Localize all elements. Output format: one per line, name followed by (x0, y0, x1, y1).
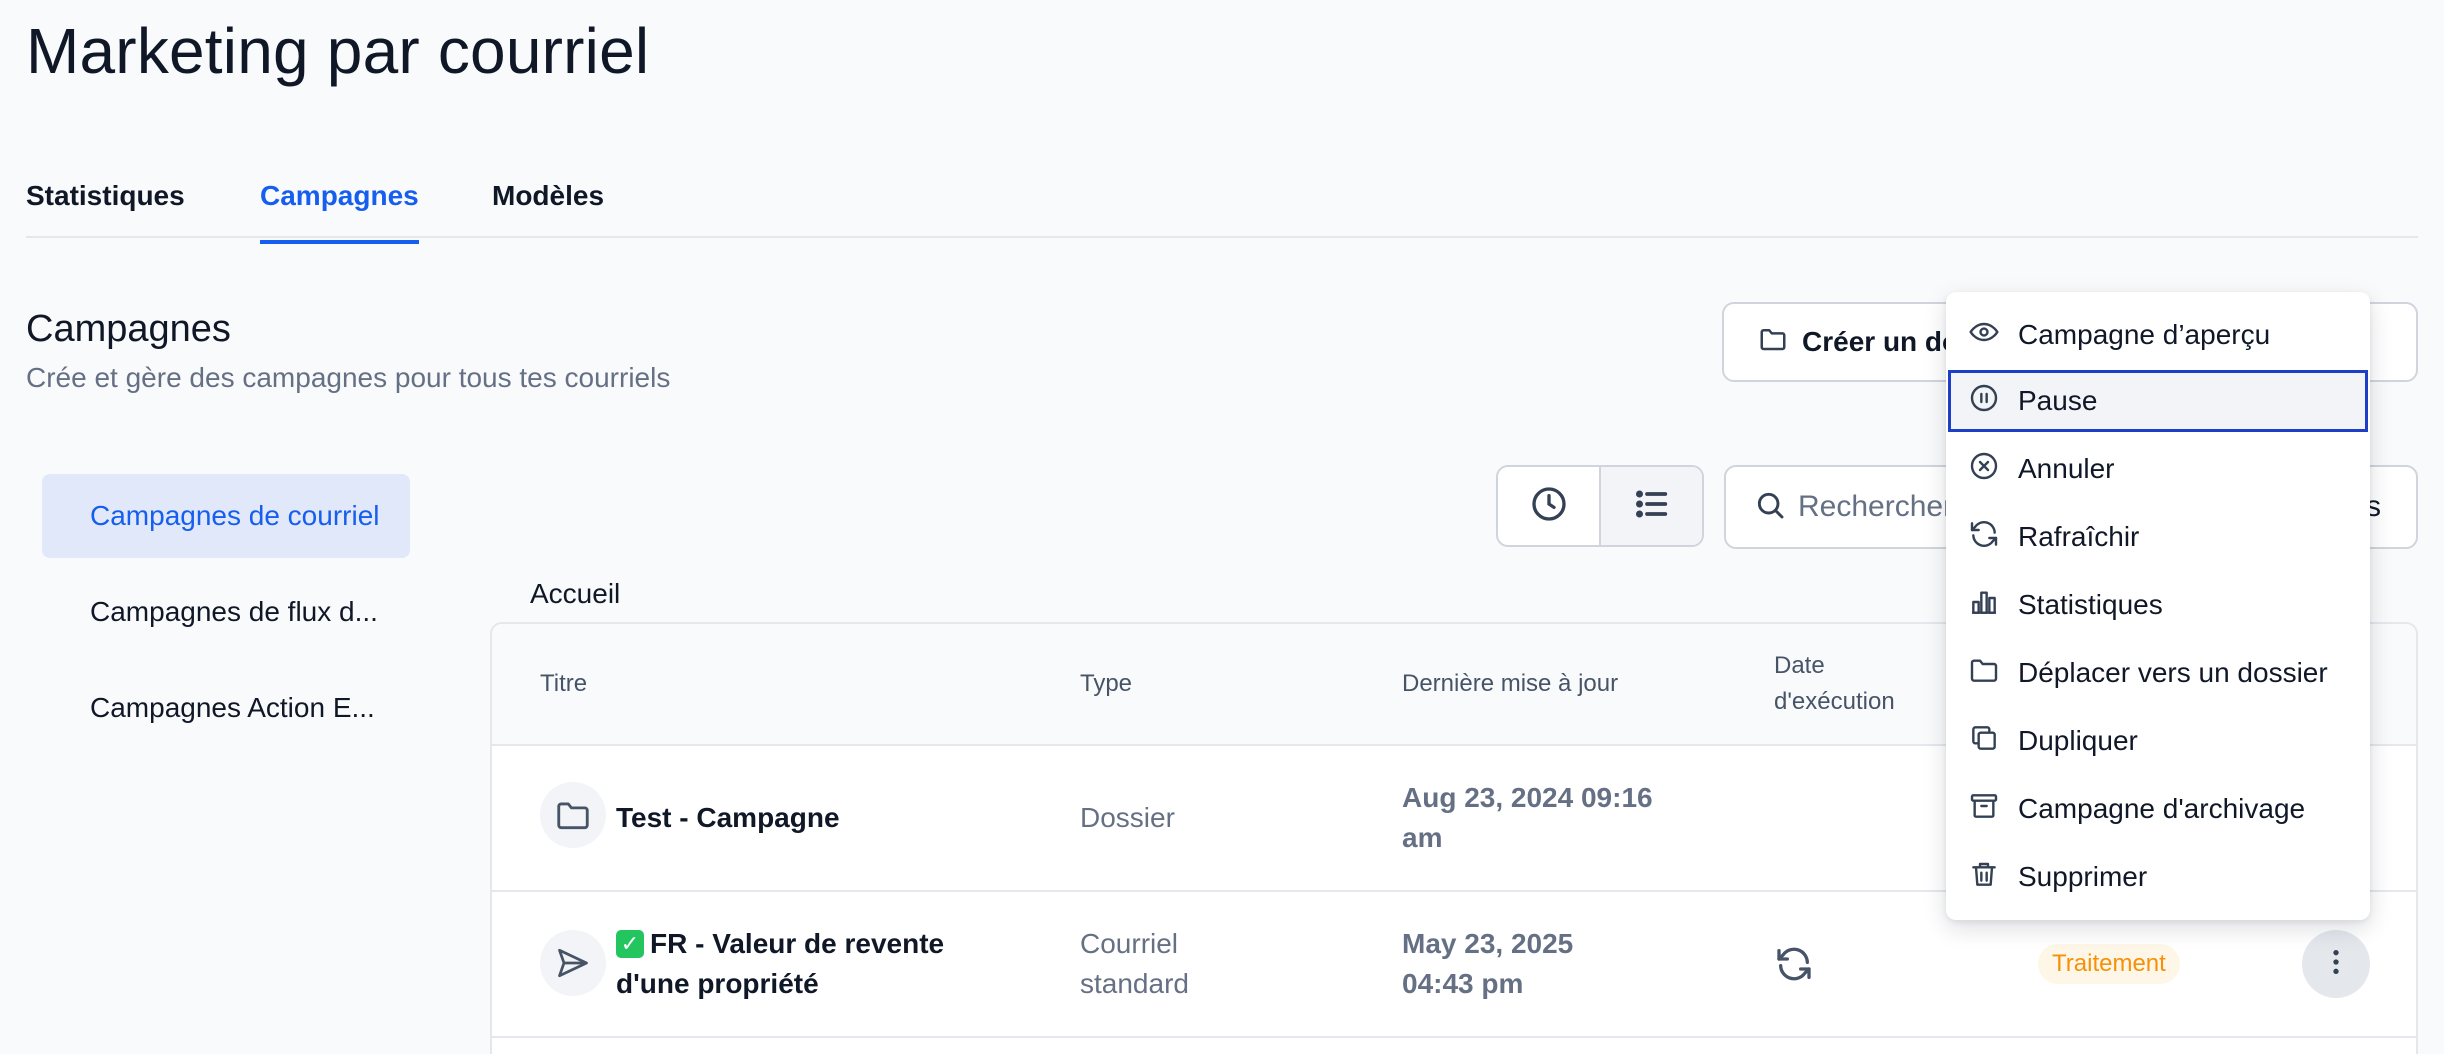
tab-campagnes[interactable]: Campagnes (260, 180, 419, 244)
menu-item-label: Campagne d’aperçu (2018, 319, 2271, 350)
menu-item-label: Campagne d'archivage (2018, 793, 2306, 824)
menu-item-preview[interactable]: Campagne d’aperçu (1948, 304, 2368, 366)
more-actions-button[interactable] (2302, 930, 2370, 998)
menu-item-pause[interactable]: Pause (1948, 370, 2368, 432)
sidebar-item-action-campaigns[interactable]: Campagnes Action E... (42, 666, 410, 750)
clock-icon (1529, 484, 1569, 529)
folder-icon (1758, 324, 1788, 361)
column-header-exec-date[interactable]: Date d'exécution (1774, 648, 1895, 720)
row-title-line2: d'une propriété (616, 968, 819, 999)
history-view-button[interactable] (1498, 467, 1599, 545)
row-type-line1: Courriel (1080, 928, 1179, 959)
breadcrumb[interactable]: Accueil (530, 578, 620, 610)
search-icon (1754, 489, 1786, 526)
send-icon (540, 930, 606, 996)
row-type: Dossier (1080, 802, 1175, 833)
list-icon (1632, 484, 1672, 529)
row-type: Courriel standard (1080, 924, 1189, 1004)
menu-item-label: Déplacer vers un dossier (2018, 657, 2328, 688)
folder-icon (1968, 654, 2000, 693)
tab-statistiques[interactable]: Statistiques (26, 180, 185, 240)
menu-item-label: Rafraîchir (2018, 521, 2140, 552)
menu-item-duplicate[interactable]: Dupliquer (1948, 710, 2368, 772)
list-view-button[interactable] (1599, 467, 1702, 545)
menu-item-move-to-folder[interactable]: Déplacer vers un dossier (1948, 642, 2368, 704)
column-header-type[interactable]: Type (1080, 666, 1132, 702)
menu-item-archive[interactable]: Campagne d'archivage (1948, 778, 2368, 840)
kebab-icon (2320, 946, 2352, 983)
trash-icon (1968, 858, 2000, 897)
row-type-line2: standard (1080, 968, 1189, 999)
copy-icon (1968, 722, 2000, 761)
section-subtitle: Crée et gère des campagnes pour tous tes… (26, 362, 671, 393)
refresh-icon (1774, 944, 1814, 995)
row-title[interactable]: Test - Campagne (616, 798, 840, 838)
section-title: Campagnes (26, 308, 231, 350)
checkmark-icon: ✓ (616, 930, 644, 958)
pause-circle-icon (1968, 382, 2000, 421)
column-header-updated[interactable]: Dernière mise à jour (1402, 666, 1618, 702)
menu-item-refresh[interactable]: Rafraîchir (1948, 506, 2368, 568)
page-title: Marketing par courriel (26, 15, 650, 87)
row-updated: May 23, 2025 04:43 pm (1402, 924, 1573, 1004)
menu-item-label: Supprimer (2018, 861, 2148, 892)
sidebar-item-flow-campaigns[interactable]: Campagnes de flux d... (42, 570, 410, 654)
row-title-line1: FR - Valeur de revente (650, 928, 945, 959)
folder-icon (540, 782, 606, 848)
menu-item-cancel[interactable]: Annuler (1948, 438, 2368, 500)
column-header-title[interactable]: Titre (540, 666, 587, 702)
row-updated-line2: 04:43 pm (1402, 968, 1524, 999)
archive-icon (1968, 790, 2000, 829)
column-header-exec-line2: d'exécution (1774, 688, 1895, 715)
menu-item-label: Pause (2018, 385, 2098, 416)
row-actions-menu: Campagne d’aperçu Pause Annuler Rafraîch… (1946, 292, 2370, 920)
row-title[interactable]: ✓ FR - Valeur de revente d'une propriété (616, 924, 944, 1004)
row-updated-line1: Aug 23, 2024 09:16 (1402, 782, 1653, 813)
sidebar-item-email-campaigns[interactable]: Campagnes de courriel (42, 474, 410, 558)
menu-item-statistics[interactable]: Statistiques (1948, 574, 2368, 636)
column-header-exec-line1: Date (1774, 652, 1825, 679)
row-updated-line1: May 23, 2025 (1402, 928, 1574, 959)
row-updated: Aug 23, 2024 09:16 am (1402, 778, 1653, 858)
menu-item-label: Statistiques (2018, 589, 2163, 620)
eye-icon (1968, 316, 2000, 355)
menu-item-label: Dupliquer (2018, 725, 2138, 756)
refresh-icon (1968, 518, 2000, 557)
tab-bar: Statistiques Campagnes Modèles (26, 150, 2418, 244)
menu-item-label: Annuler (2018, 453, 2115, 484)
row-updated-line2: am (1402, 822, 1443, 853)
menu-item-delete[interactable]: Supprimer (1948, 846, 2368, 908)
view-toggle (1496, 465, 1704, 547)
bar-chart-icon (1968, 586, 2000, 625)
status-badge: Traitement (2038, 944, 2180, 984)
x-circle-icon (1968, 450, 2000, 489)
tab-modeles[interactable]: Modèles (492, 180, 604, 240)
